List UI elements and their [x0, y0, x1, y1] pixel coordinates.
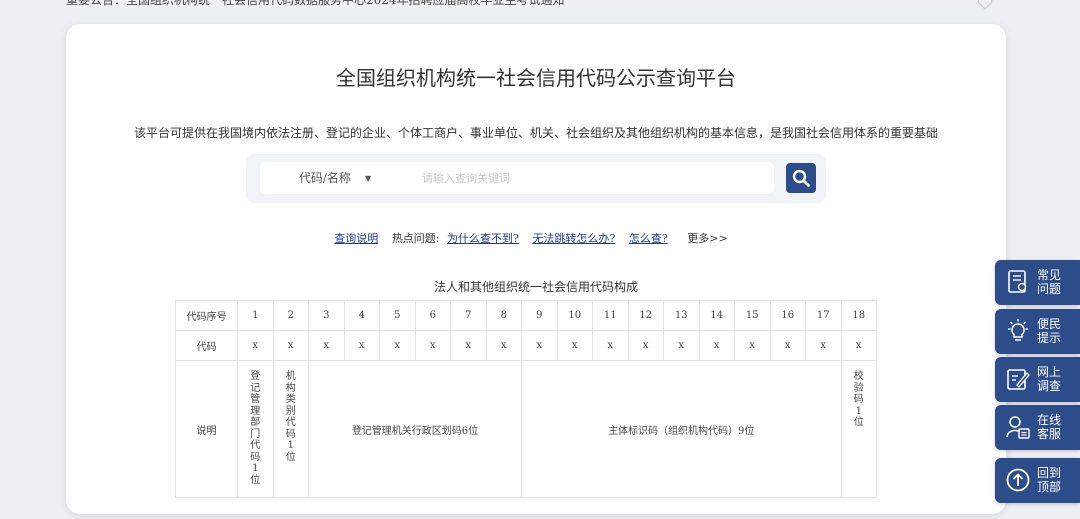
- search-type-select[interactable]: 代码/名称 ▼: [260, 162, 411, 194]
- position-cell: 14: [698, 300, 735, 331]
- code-cell: x: [237, 330, 274, 361]
- notice-banner[interactable]: 重要公告：全国组织机构统一社会信用代码数据服务中心2024年招聘应届高校毕业生考…: [66, 0, 966, 9]
- position-cell: 15: [734, 300, 771, 331]
- row-header: 代码序号: [175, 300, 238, 331]
- row-header: 说明: [175, 360, 238, 498]
- customer-service-icon: [1006, 416, 1030, 439]
- tips-label: 便民提示: [1037, 317, 1062, 345]
- faq-link-not-found[interactable]: 为什么查不到?: [447, 232, 519, 245]
- query-guide-link[interactable]: 查询说明: [334, 232, 378, 245]
- tips-button[interactable]: 便民提示: [995, 309, 1080, 354]
- survey-button[interactable]: 网上调查: [995, 357, 1080, 402]
- position-cell: 6: [414, 300, 451, 331]
- customer-service-label: 在线客服: [1037, 413, 1062, 441]
- main-card: 全国组织机构统一社会信用代码公示查询平台 该平台可提供在我国境内依法注册、登记的…: [66, 24, 1006, 514]
- lightbulb-icon: [1008, 319, 1028, 341]
- page-subtitle: 该平台可提供在我国境内依法注册、登记的企业、个体工商户、事业单位、机关、社会组织…: [133, 126, 938, 140]
- search-button[interactable]: [786, 163, 816, 193]
- code-row: 代码 x x x x x x x x x x x x x x x x x x: [175, 330, 877, 361]
- code-cell: x: [627, 330, 664, 361]
- position-cell: 4: [343, 300, 380, 331]
- code-cell: x: [272, 330, 309, 361]
- desc-check-digit-text: 校验码1位: [853, 371, 864, 428]
- code-cell: x: [805, 330, 842, 361]
- position-cell: 2: [272, 300, 309, 331]
- row-header: 代码: [175, 330, 238, 361]
- back-to-top-label: 回到顶部: [1037, 466, 1062, 494]
- code-cell: x: [450, 330, 487, 361]
- desc-registration-dept-text: 登记管理部门代码1位: [250, 371, 261, 486]
- position-cell: 7: [450, 300, 487, 331]
- position-cell: 10: [556, 300, 593, 331]
- position-row: 代码序号 1 2 3 4 5 6 7 8 9 10 11 12 13 14 15…: [175, 300, 877, 331]
- hot-questions-label: 热点问题:: [391, 232, 440, 245]
- code-cell: x: [769, 330, 806, 361]
- survey-edit-icon: [1007, 369, 1030, 390]
- code-cell: x: [308, 330, 345, 361]
- position-cell: 17: [805, 300, 842, 331]
- desc-region-code: 登记管理机关行政区划码6位: [308, 360, 522, 498]
- code-structure-table: 代码序号 1 2 3 4 5 6 7 8 9 10 11 12 13 14 15…: [175, 300, 877, 498]
- desc-registration-dept: 登记管理部门代码1位: [237, 360, 274, 498]
- arrow-up-circle-icon: [1006, 468, 1030, 492]
- more-link[interactable]: 更多>>: [687, 232, 727, 245]
- position-cell: 16: [769, 300, 806, 331]
- table-title: 法人和其他组织统一社会信用代码构成: [433, 280, 638, 294]
- search-bar: 代码/名称 ▼: [246, 154, 826, 203]
- faq-label: 常见问题: [1037, 268, 1062, 296]
- code-cell: x: [343, 330, 380, 361]
- code-cell: x: [414, 330, 451, 361]
- search-icon: [792, 169, 810, 187]
- code-cell: x: [734, 330, 771, 361]
- position-cell: 18: [840, 300, 877, 331]
- search-type-value: 代码/名称: [298, 171, 351, 185]
- desc-org-type-text: 机构类别代码1位: [285, 371, 296, 463]
- desc-subject-id: 主体标识码（组织机构代码）9位: [521, 360, 842, 498]
- position-cell: 13: [663, 300, 700, 331]
- position-cell: 12: [627, 300, 664, 331]
- back-to-top-button[interactable]: 回到顶部: [995, 458, 1080, 503]
- description-row: 说明 登记管理部门代码1位 机构类别代码1位 登记管理机关行政区划码6位 主体标…: [175, 360, 877, 498]
- code-cell: x: [698, 330, 735, 361]
- position-cell: 3: [308, 300, 345, 331]
- faq-link-how[interactable]: 怎么查?: [629, 232, 668, 245]
- search-input[interactable]: [410, 162, 774, 194]
- faq-button[interactable]: 常见问题: [995, 260, 1080, 305]
- document-icon: [1008, 270, 1027, 293]
- position-cell: 5: [379, 300, 416, 331]
- code-cell: x: [663, 330, 700, 361]
- position-cell: 11: [592, 300, 629, 331]
- heart-icon[interactable]: [977, 0, 993, 10]
- code-cell: x: [556, 330, 593, 361]
- survey-label: 网上调查: [1037, 365, 1062, 393]
- position-cell: 9: [521, 300, 558, 331]
- code-cell: x: [521, 330, 558, 361]
- customer-service-button[interactable]: 在线客服: [995, 405, 1080, 450]
- desc-check-digit: 校验码1位: [840, 360, 877, 498]
- desc-org-type: 机构类别代码1位: [272, 360, 309, 498]
- code-cell: x: [379, 330, 416, 361]
- code-cell: x: [485, 330, 522, 361]
- position-cell: 8: [485, 300, 522, 331]
- help-links: 查询说明 热点问题: 为什么查不到? 无法跳转怎么办? 怎么查? 更多>>: [66, 230, 1006, 246]
- code-cell: x: [840, 330, 877, 361]
- code-cell: x: [592, 330, 629, 361]
- faq-link-redirect[interactable]: 无法跳转怎么办?: [532, 232, 615, 245]
- caret-down-icon: ▼: [364, 173, 372, 183]
- position-cell: 1: [237, 300, 274, 331]
- page-title: 全国组织机构统一社会信用代码公示查询平台: [336, 66, 736, 90]
